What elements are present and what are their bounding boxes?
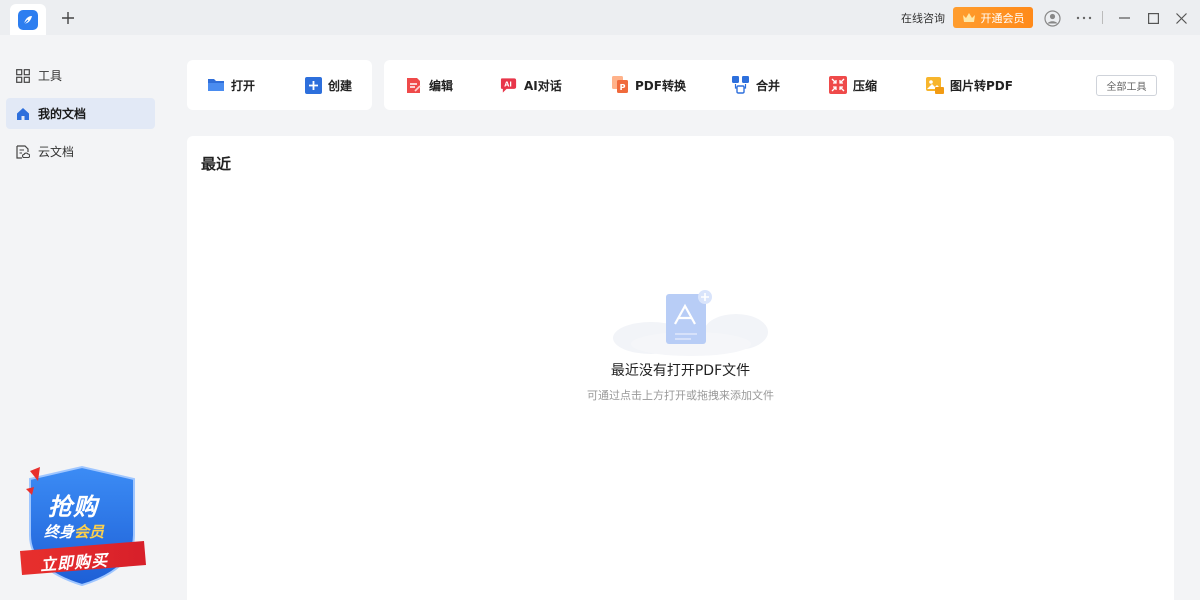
- tools-toolbar: 编辑 AI AI对话 P PDF转换 合并 压缩 图片转PDF 全部工具: [384, 60, 1174, 110]
- ai-chat-icon: AI: [500, 76, 518, 94]
- sidebar-item-tools[interactable]: 工具: [6, 60, 155, 91]
- promo-line2-b: 会员: [74, 523, 105, 541]
- merge-button[interactable]: 合并: [732, 75, 780, 95]
- svg-text:P: P: [619, 83, 625, 92]
- close-icon[interactable]: [1171, 8, 1191, 28]
- crown-icon: [962, 13, 975, 22]
- edit-icon: [405, 76, 423, 94]
- cloud-doc-icon: [16, 144, 30, 159]
- promo-line2: 终身会员: [44, 521, 104, 542]
- promo-buy-button[interactable]: 立即购买: [39, 547, 109, 576]
- promo-line2-a: 终身: [44, 523, 75, 541]
- vip-button-label: 开通会员: [980, 11, 1025, 25]
- compress-label: 压缩: [853, 78, 878, 93]
- plus-square-icon: [304, 76, 322, 94]
- title-bar: 在线咨询 开通会员: [0, 0, 1200, 35]
- more-icon[interactable]: [1074, 8, 1094, 28]
- empty-state-title: 最近没有打开PDF文件: [610, 363, 751, 379]
- merge-icon: [732, 76, 750, 94]
- grid-icon: [16, 68, 30, 83]
- image-icon: [926, 76, 944, 94]
- promo-line1: 抢购: [48, 493, 98, 521]
- image-to-pdf-button[interactable]: 图片转PDF: [926, 75, 1013, 95]
- pdf-convert-icon: P: [611, 76, 629, 94]
- open-button[interactable]: 打开: [207, 75, 255, 95]
- edit-label: 编辑: [429, 78, 454, 93]
- sidebar-item-label: 工具: [38, 69, 63, 83]
- recent-panel: 最近 最近没有打开PDF文件 可通过点击上方打开或拖拽来添加文件: [187, 136, 1174, 600]
- edit-button[interactable]: 编辑: [405, 75, 453, 95]
- minimize-icon[interactable]: [1114, 8, 1134, 28]
- image-to-pdf-label: 图片转PDF: [950, 78, 1013, 93]
- user-avatar-icon[interactable]: [1042, 8, 1062, 28]
- titlebar-separator: [1102, 11, 1103, 24]
- ai-chat-button[interactable]: AI AI对话: [500, 75, 562, 95]
- sidebar-item-cloud-docs[interactable]: 云文档: [6, 136, 155, 167]
- pdf-convert-label: PDF转换: [635, 78, 686, 93]
- primary-toolbar: 打开 创建: [187, 60, 372, 110]
- sidebar-item-my-documents[interactable]: 我的文档: [6, 98, 155, 129]
- svg-text:AI: AI: [504, 80, 512, 88]
- folder-icon: [207, 76, 225, 94]
- compress-button[interactable]: 压缩: [829, 75, 877, 95]
- sidebar-item-label: 我的文档: [38, 107, 87, 121]
- vip-button[interactable]: 开通会员: [953, 7, 1033, 28]
- open-label: 打开: [231, 78, 256, 93]
- ai-chat-label: AI对话: [524, 78, 562, 93]
- compress-icon: [829, 76, 847, 94]
- empty-pdf-illustration: [611, 288, 771, 358]
- home-icon: [16, 107, 30, 121]
- all-tools-button[interactable]: 全部工具: [1096, 75, 1157, 96]
- new-tab-button[interactable]: [58, 8, 78, 28]
- pdf-convert-button[interactable]: P PDF转换: [611, 75, 686, 95]
- online-consult-link[interactable]: 在线咨询: [901, 10, 945, 26]
- empty-state-subtitle: 可通过点击上方打开或拖拽来添加文件: [587, 389, 774, 402]
- sidebar: 工具 我的文档 云文档 抢购 终身会员 立即购买: [0, 35, 162, 600]
- sidebar-item-label: 云文档: [38, 145, 75, 159]
- create-button[interactable]: 创建: [304, 75, 352, 95]
- recent-title: 最近: [201, 155, 232, 173]
- maximize-icon[interactable]: [1143, 8, 1163, 28]
- app-home-tab[interactable]: [10, 4, 46, 35]
- app-logo-icon: [18, 9, 38, 30]
- merge-label: 合并: [756, 78, 781, 93]
- promo-banner[interactable]: 抢购 终身会员 立即购买: [16, 465, 148, 587]
- create-label: 创建: [328, 78, 353, 93]
